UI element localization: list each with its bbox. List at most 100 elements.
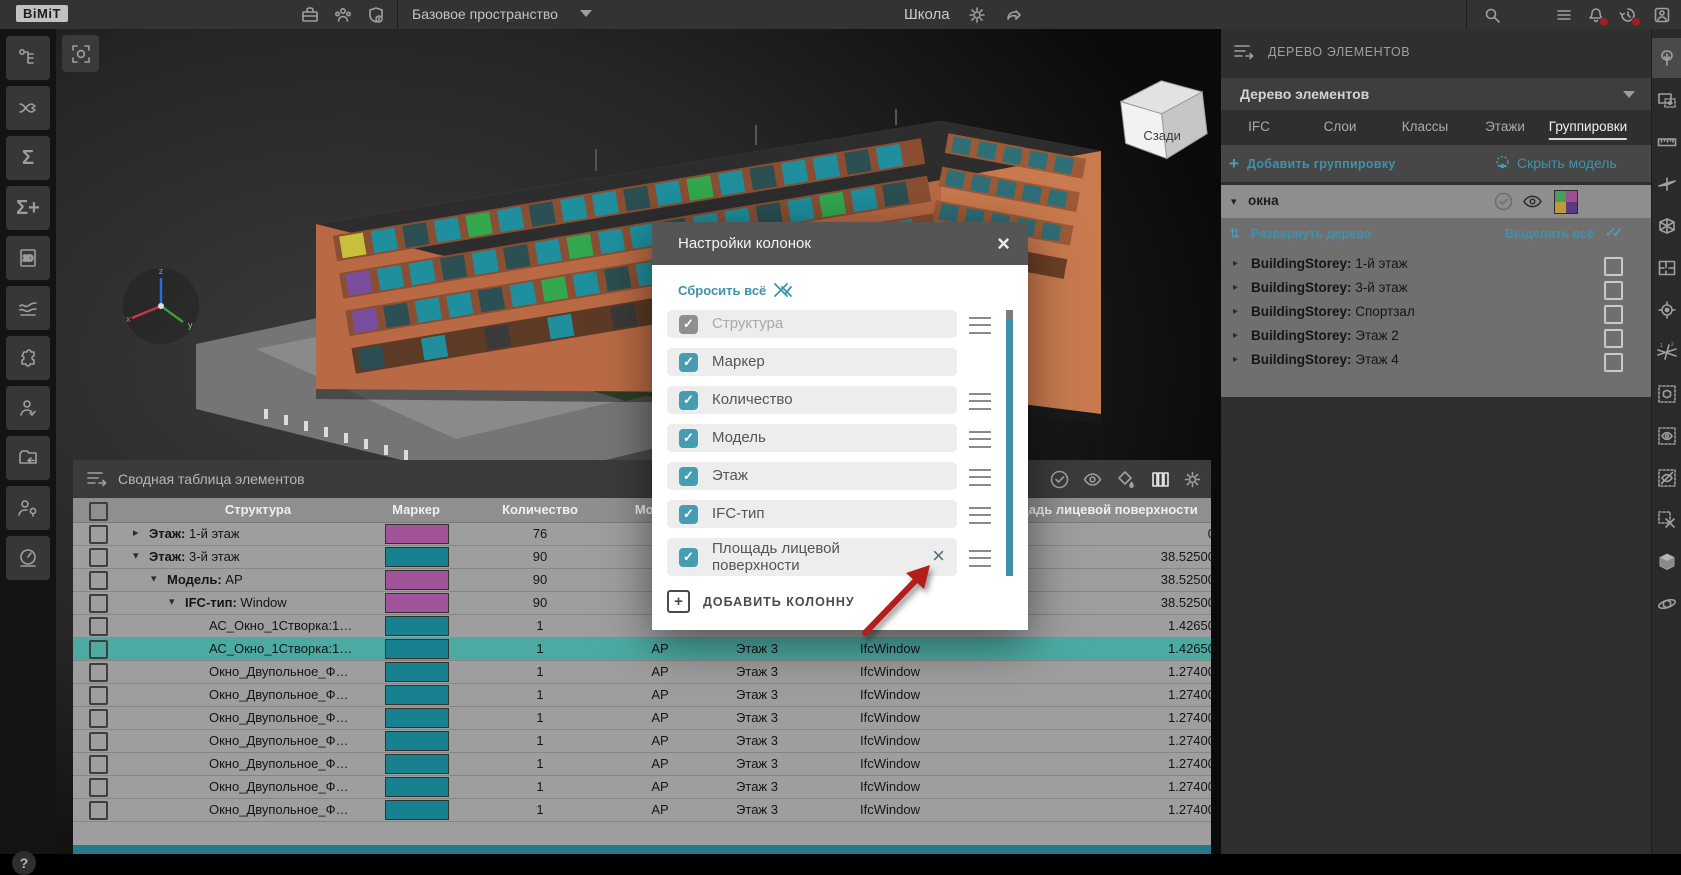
modal-column-row[interactable]: ✓ Модель [667,424,957,452]
checkbox-checked[interactable]: ✓ [679,429,698,448]
ruler-icon[interactable] [1652,122,1681,162]
table-gear-icon[interactable] [1181,468,1203,490]
tree-checkbox[interactable] [1604,353,1623,372]
tree-checkbox[interactable] [1604,281,1623,300]
expand-icon[interactable]: ▾ [133,549,139,562]
expand-icon[interactable]: ▸ [1233,306,1238,317]
marker-swatch[interactable] [385,616,449,636]
tab-ifc[interactable]: IFC [1248,119,1270,134]
team-icon[interactable] [332,4,354,26]
chevron-down-icon[interactable] [580,10,592,17]
col-quantity[interactable]: Количество [502,502,578,517]
row-checkbox[interactable] [89,663,108,682]
table-row[interactable]: Окно_Двупольное_Ф… 1 АР Этаж 3 IfcWindow… [73,775,1211,799]
columns-settings-icon[interactable] [1149,468,1171,490]
tree-item[interactable]: ▸ BuildingStorey: Спортзал [1221,301,1651,325]
panel-menu-icon[interactable] [1234,44,1256,60]
drag-handle-icon[interactable] [969,431,991,448]
user-location-icon[interactable] [6,486,50,530]
expand-icon[interactable]: ▸ [1233,282,1238,293]
row-checkbox[interactable] [89,617,108,636]
marker-swatch[interactable] [385,685,449,705]
tab-layers[interactable]: Слои [1324,119,1357,134]
shuffle-icon[interactable] [6,86,50,130]
tree-type-dropdown[interactable]: Дерево элементов [1221,78,1651,110]
hide-selected-icon[interactable] [1652,458,1681,498]
expand-collapse-icon[interactable]: ⇅ [1229,226,1240,242]
select-elements-icon[interactable] [1048,468,1070,490]
show-selected-icon[interactable] [1652,416,1681,456]
workspace-selector[interactable]: Базовое пространство [412,6,558,22]
expand-icon[interactable]: ▸ [1233,354,1238,365]
row-checkbox[interactable] [89,640,108,659]
group-select-icon[interactable] [1493,191,1514,212]
row-checkbox[interactable] [89,732,108,751]
plugin-puzzle-icon[interactable] [6,336,50,380]
visibility-icon[interactable] [1081,468,1103,490]
tree-item[interactable]: ▸ BuildingStorey: 1-й этаж [1221,253,1651,277]
sigma-icon[interactable]: Σ [6,136,50,180]
drag-handle-icon[interactable] [969,507,991,524]
tab-groupings[interactable]: Группировки [1549,119,1627,140]
list-icon[interactable] [1553,4,1575,26]
search-icon[interactable] [1481,4,1503,26]
sigma-plus-icon[interactable]: Σ+ [6,186,50,230]
bell-icon[interactable] [1585,4,1607,26]
chart-icon[interactable] [6,286,50,330]
group-row-okna[interactable]: ▾ окна [1221,185,1651,218]
expand-icon[interactable]: ▾ [169,595,175,608]
checkbox-checked[interactable]: ✓ [679,467,698,486]
group-visibility-icon[interactable] [1522,192,1543,211]
table-menu-icon[interactable] [87,471,109,487]
row-checkbox[interactable] [89,801,108,820]
fill-color-icon[interactable] [1114,468,1136,490]
folder-transfer-icon[interactable] [6,436,50,480]
modal-scrollbar[interactable] [1006,310,1013,576]
deselect-icon[interactable] [1652,500,1681,540]
drag-handle-icon[interactable] [969,469,991,486]
hide-model-button[interactable]: Скрыть модель [1517,155,1617,171]
table-row[interactable]: Окно_Двупольное_Ф… 1 АР Этаж 3 IfcWindow… [73,729,1211,753]
modal-column-row[interactable]: ✓ Этаж [667,462,957,490]
view-cube[interactable]: Сзади [1104,69,1214,169]
marker-swatch[interactable] [385,639,449,659]
checkbox-checked[interactable]: ✓ [679,353,698,372]
marker-swatch[interactable] [385,570,449,590]
marker-swatch[interactable] [385,593,449,613]
table-row[interactable]: Окно_Двупольное_Ф… 1 АР Этаж 3 IfcWindow… [73,660,1211,684]
marker-swatch[interactable] [385,662,449,682]
table-row[interactable]: ▾ IFC-тип: Window 90 38.52500 [73,591,1211,615]
share-icon[interactable] [1003,4,1025,26]
row-checkbox[interactable] [89,594,108,613]
expand-icon[interactable]: ▸ [1233,330,1238,341]
marker-swatch[interactable] [385,754,449,774]
row-checkbox[interactable] [89,548,108,567]
table-row[interactable]: ▸ Этаж: 1-й этаж 76 0 [73,522,1211,546]
close-icon[interactable]: × [997,231,1010,257]
briefcase-icon[interactable] [299,4,321,26]
modal-column-row[interactable]: ✓ Маркер [667,348,957,376]
table-row[interactable]: Окно_Двупольное_Ф… 1 АР Этаж 3 IfcWindow… [73,706,1211,730]
marker-swatch[interactable] [385,731,449,751]
row-checkbox[interactable] [89,778,108,797]
tree-item[interactable]: ▸ BuildingStorey: Этаж 4 [1221,349,1651,373]
marker-swatch[interactable] [385,524,449,544]
help-button[interactable]: ? [12,851,36,875]
modal-column-row[interactable]: ✓ IFC-тип [667,500,957,528]
col-structure[interactable]: Структура [225,502,291,517]
tab-floors[interactable]: Этажи [1485,119,1525,134]
focus-frame-icon[interactable] [62,35,99,72]
axis-gizmo[interactable]: z x y [116,264,206,348]
select-all-checkbox[interactable] [89,502,108,521]
modal-column-row[interactable]: ✓ Структура [667,310,957,338]
selection-frames-icon[interactable] [1652,80,1681,120]
drag-handle-icon[interactable] [969,550,991,567]
row-checkbox[interactable] [89,571,108,590]
checkbox-checked[interactable]: ✓ [679,548,698,567]
floor-plan-icon[interactable] [1652,248,1681,288]
expand-icon[interactable]: ▾ [151,572,157,585]
checkbox-checked[interactable]: ✓ [679,505,698,524]
table-row[interactable]: ▾ Этаж: 3-й этаж 90 38.52500 [73,545,1211,569]
marker-swatch[interactable] [385,777,449,797]
clip-plane-icon[interactable] [1652,164,1681,204]
